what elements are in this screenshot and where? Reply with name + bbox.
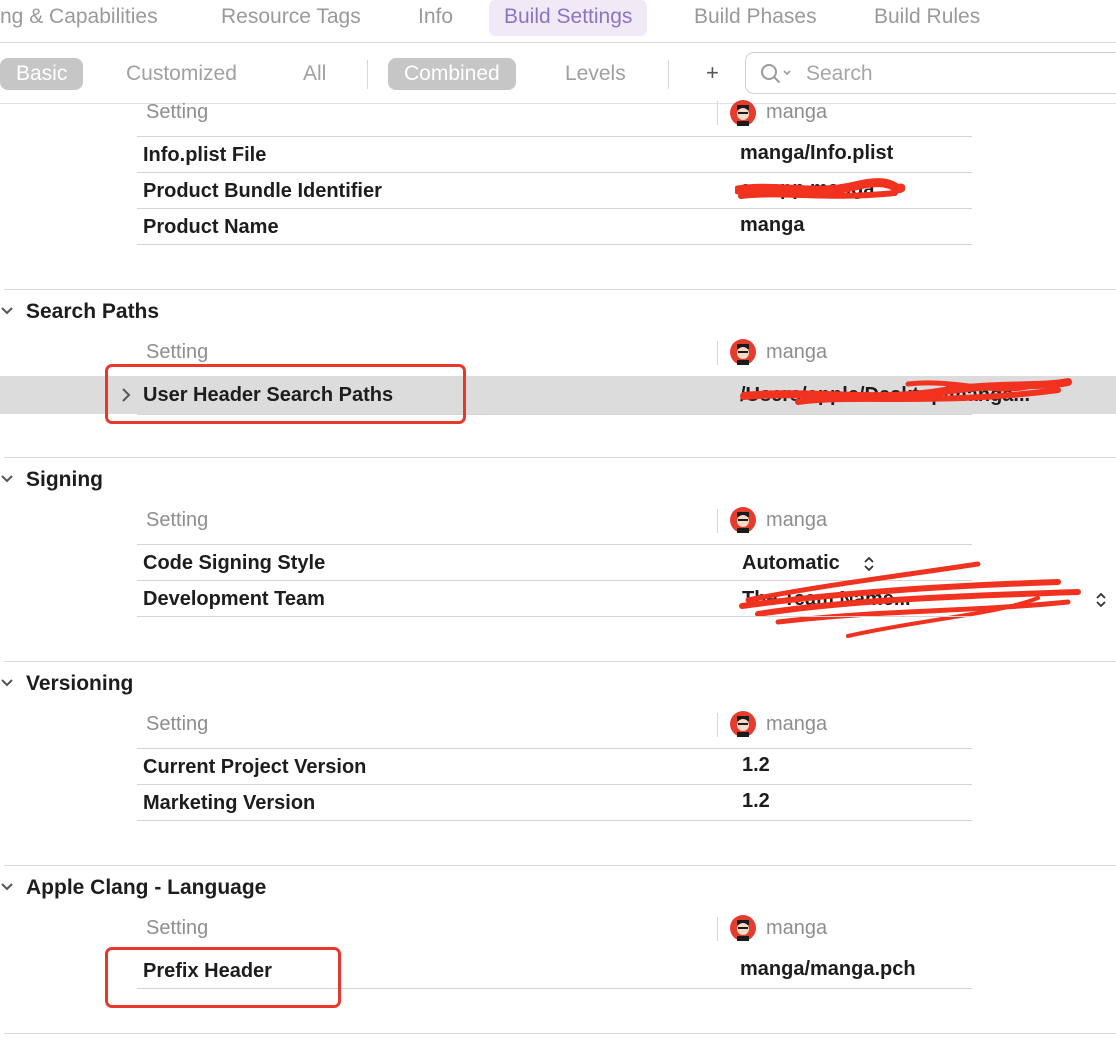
avatar-icon: [730, 915, 756, 941]
build-settings-filter-bar: Basic Customized All Combined Levels +: [0, 43, 1116, 104]
column-divider: [717, 713, 718, 737]
magnifier-icon[interactable]: [760, 63, 796, 90]
tab-build-settings[interactable]: Build Settings: [489, 0, 648, 36]
row-divider: [137, 172, 972, 173]
column-divider: [717, 917, 718, 941]
setting-value-current-project-version[interactable]: 1.2: [742, 754, 770, 777]
tab-resource-tags[interactable]: Resource Tags: [221, 0, 361, 36]
tab-signing-capabilities[interactable]: ng & Capabilities: [0, 0, 158, 36]
chevron-down-icon[interactable]: [0, 304, 14, 318]
setting-name-current-project-version[interactable]: Current Project Version: [143, 756, 366, 779]
section-title: Search Paths: [26, 300, 160, 323]
column-header-setting: Setting: [146, 509, 209, 531]
row-divider: [137, 136, 972, 137]
chevron-right-icon[interactable]: [120, 387, 132, 403]
column-divider: [717, 101, 718, 125]
avatar-icon: [730, 507, 756, 533]
tab-build-rules[interactable]: Build Rules: [874, 0, 980, 36]
setting-value-user-header-search-paths[interactable]: /Users/apple/Desktop/manga...: [740, 384, 1102, 407]
setting-name-product-name[interactable]: Product Name: [143, 216, 279, 239]
filter-customized-button[interactable]: Customized: [126, 58, 237, 90]
section-divider: [4, 289, 1116, 290]
column-header-setting: Setting: [146, 101, 209, 123]
section-divider: [4, 457, 1116, 458]
filter-all-button[interactable]: All: [303, 58, 326, 90]
setting-name-product-bundle-identifier[interactable]: Product Bundle Identifier: [143, 180, 382, 203]
setting-value-development-team[interactable]: The Team Name...: [742, 588, 1082, 611]
column-divider: [717, 509, 718, 533]
chevron-down-icon[interactable]: [0, 472, 14, 486]
column-header-target: manga: [766, 341, 828, 363]
view-levels-button[interactable]: Levels: [565, 58, 626, 90]
row-divider: [137, 414, 972, 415]
setting-value-info-plist-file[interactable]: manga/Info.plist: [740, 142, 893, 165]
row-divider: [137, 208, 972, 209]
section-divider: [4, 1033, 1116, 1034]
avatar-icon: [730, 339, 756, 365]
column-header-target: manga: [766, 917, 828, 939]
row-divider: [137, 820, 972, 821]
column-header-target: manga: [766, 101, 828, 123]
view-combined-button[interactable]: Combined: [388, 58, 516, 90]
tab-info[interactable]: Info: [418, 0, 453, 36]
setting-value-product-bundle-identifier[interactable]: cn.app.manga: [740, 178, 874, 201]
row-divider: [137, 988, 972, 989]
section-divider: [4, 661, 1116, 662]
row-divider: [137, 616, 972, 617]
filter-divider: [367, 60, 368, 89]
row-divider: [137, 784, 972, 785]
row-divider: [137, 244, 972, 245]
column-header-setting: Setting: [146, 341, 209, 363]
add-setting-button[interactable]: +: [706, 57, 719, 89]
column-header-target: manga: [766, 713, 828, 735]
section-divider: [4, 865, 1116, 866]
up-down-chevron-icon[interactable]: [1094, 591, 1108, 609]
setting-name-marketing-version[interactable]: Marketing Version: [143, 792, 315, 815]
setting-value-marketing-version[interactable]: 1.2: [742, 790, 770, 813]
chevron-down-icon[interactable]: [0, 880, 14, 894]
chevron-down-icon[interactable]: [0, 676, 14, 690]
column-header-setting: Setting: [146, 917, 209, 939]
setting-value-code-signing-style[interactable]: Automatic: [742, 552, 840, 575]
avatar-icon: [730, 100, 756, 126]
up-down-chevron-icon[interactable]: [862, 555, 876, 573]
row-divider: [137, 580, 972, 581]
build-settings-list: Setting manga Info.plist File manga/Info…: [0, 100, 1116, 1040]
filter-divider: [668, 60, 669, 89]
setting-name-development-team[interactable]: Development Team: [143, 588, 325, 611]
editor-tab-bar: ng & Capabilities Resource Tags Info Bui…: [0, 0, 1116, 43]
search-input[interactable]: [804, 59, 1108, 89]
setting-name-info-plist-file[interactable]: Info.plist File: [143, 144, 266, 167]
column-divider: [717, 341, 718, 365]
setting-name-user-header-search-paths[interactable]: User Header Search Paths: [143, 384, 393, 407]
search-field[interactable]: [745, 52, 1116, 94]
avatar-icon: [730, 711, 756, 737]
column-header-setting: Setting: [146, 713, 209, 735]
setting-value-product-name[interactable]: manga: [740, 214, 804, 237]
setting-value-prefix-header[interactable]: manga/manga.pch: [740, 958, 916, 981]
section-title: Apple Clang - Language: [26, 876, 267, 899]
section-title: Versioning: [26, 672, 134, 695]
row-divider: [137, 544, 972, 545]
section-title: Signing: [26, 468, 103, 491]
filter-basic-button[interactable]: Basic: [0, 58, 84, 90]
column-header-target: manga: [766, 509, 828, 531]
setting-name-code-signing-style[interactable]: Code Signing Style: [143, 552, 325, 575]
setting-name-prefix-header[interactable]: Prefix Header: [143, 960, 272, 983]
row-divider: [137, 748, 972, 749]
tab-build-phases[interactable]: Build Phases: [694, 0, 817, 36]
